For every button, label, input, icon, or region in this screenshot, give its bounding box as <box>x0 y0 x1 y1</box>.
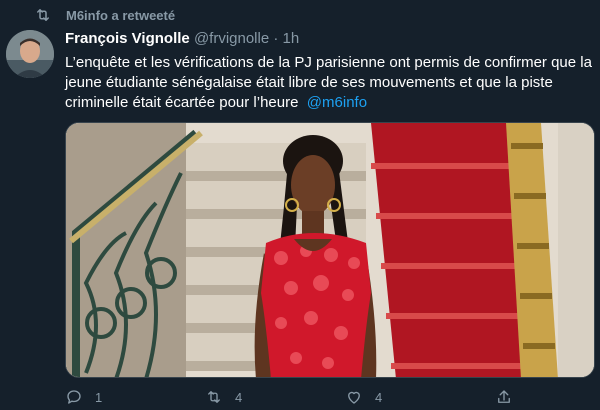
reply-icon <box>67 390 81 404</box>
tweet-time[interactable]: 1h <box>283 30 300 47</box>
share-icon <box>498 390 510 403</box>
retweet-count: 4 <box>235 389 243 405</box>
reply-button[interactable]: 1 <box>65 388 205 406</box>
author-handle[interactable]: @frvignolle <box>194 30 269 47</box>
tweet-media-image[interactable] <box>65 122 595 378</box>
retweet-icon <box>208 391 220 403</box>
tweet-actions: 1 4 4 <box>65 388 535 406</box>
like-icon <box>348 391 360 404</box>
author-name[interactable]: François Vignolle <box>65 30 190 47</box>
share-button[interactable] <box>495 388 525 406</box>
avatar-image <box>6 30 54 78</box>
tweet-header: François Vignolle @frvignolle · 1h <box>65 30 299 47</box>
retweet-context[interactable]: M6info a retweeté <box>34 6 175 24</box>
retweet-icon <box>37 9 49 21</box>
separator-dot: · <box>273 30 279 47</box>
like-button[interactable]: 4 <box>345 388 485 406</box>
tweet-text: L’enquête et les vérifications de la PJ … <box>65 53 595 113</box>
photo <box>66 123 594 377</box>
mention-link[interactable]: @m6info <box>307 94 367 111</box>
retweet-button[interactable]: 4 <box>205 388 345 406</box>
avatar[interactable] <box>6 30 54 78</box>
retweet-label: M6info a retweeté <box>66 7 176 23</box>
like-count: 4 <box>375 389 383 405</box>
reply-count: 1 <box>95 389 103 405</box>
